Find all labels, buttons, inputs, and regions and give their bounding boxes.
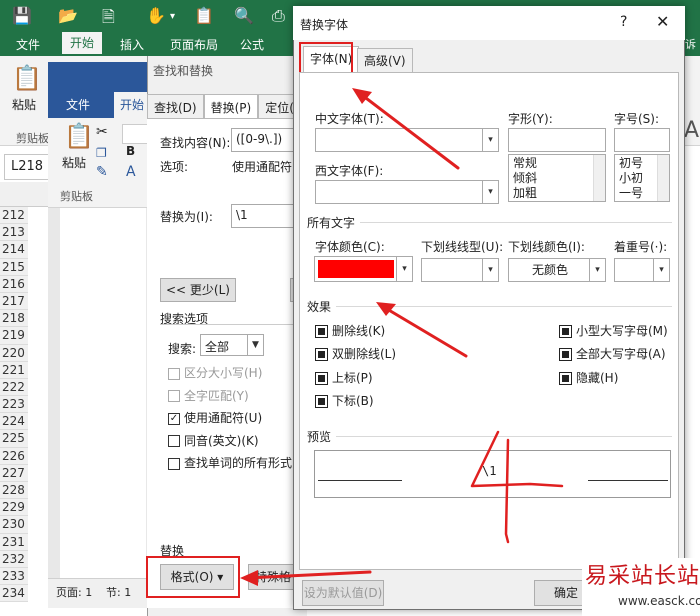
handwritten-4-stroke-1 (470, 430, 564, 488)
arrow-to-effects (380, 304, 468, 358)
watermark-logo: 易采站长站 (585, 564, 700, 589)
watermark-url: www.easck.com (618, 594, 700, 608)
arrow-to-font-tab (356, 90, 460, 170)
arrow-to-format-button (244, 570, 372, 580)
arrowhead-format (240, 570, 258, 586)
handwritten-4-stroke-2 (504, 438, 510, 544)
annotation-overlay (240, 88, 564, 586)
